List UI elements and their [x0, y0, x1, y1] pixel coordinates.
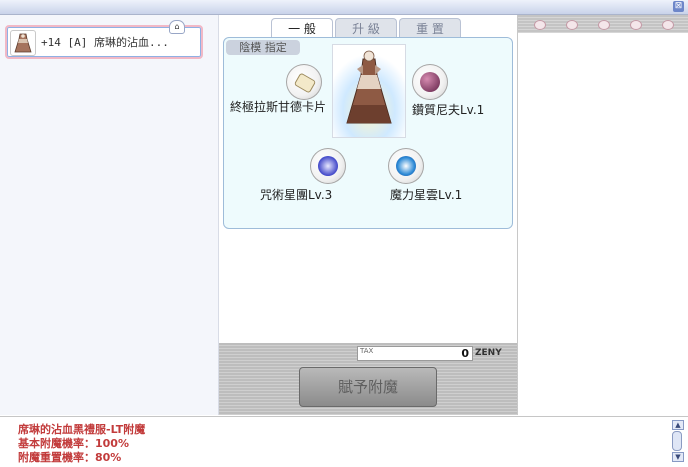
tab-general[interactable]: 一 般 [271, 18, 333, 39]
nebula-orb-icon[interactable] [388, 148, 424, 184]
selected-item-card[interactable]: +14 [A] 席琳的沾血... ⌂ [5, 20, 203, 59]
scroll-down-icon[interactable]: ▼ [672, 452, 684, 462]
tax-value: 0 [461, 347, 469, 360]
item-name: +14 [A] 席琳的沾血... [41, 36, 169, 49]
right-toolbar-strip [518, 15, 688, 33]
enchant-label-gem: 鑽質尼夫Lv.1 [412, 103, 485, 117]
center-item-image [332, 44, 406, 138]
indicator-icon [534, 20, 546, 30]
gem-icon[interactable] [412, 64, 448, 100]
scroll-up-icon[interactable]: ▲ [672, 420, 684, 430]
enchant-pane: 一 般 升 級 重 置 陰模 指定 終極拉斯甘德卡片 鑽質尼夫Lv.1 咒術星團… [219, 15, 517, 415]
footer-scrollbar[interactable]: ▲ ▼ [672, 420, 684, 464]
title-bar: ⊠ [0, 0, 688, 15]
dress-thumbnail-icon [10, 30, 36, 56]
slot-label: 陰模 指定 [226, 40, 300, 55]
apply-enchant-button[interactable]: 賦予附魔 [299, 367, 437, 407]
tax-field: TAX 0 [357, 346, 473, 361]
bookmark-icon[interactable]: ⌂ [169, 20, 185, 34]
description-footer: 席琳的沾血黑禮服-LT附魔 基本附魔機率：100% 附魔重置機率：80% ▲ ▼ [0, 416, 688, 467]
enchant-label-card: 終極拉斯甘德卡片 [229, 100, 326, 114]
star-orb-icon[interactable] [310, 148, 346, 184]
tax-area: TAX 0 ZENY 賦予附魔 [219, 343, 517, 415]
scroll-thumb[interactable] [672, 431, 682, 451]
indicator-icon [566, 20, 578, 30]
card-icon[interactable] [286, 64, 322, 100]
zeny-label: ZENY [475, 348, 502, 358]
indicator-icon [630, 20, 642, 30]
footer-reset-rate: 附魔重置機率：80% [18, 451, 122, 464]
indicator-icon [662, 20, 674, 30]
indicator-icon [598, 20, 610, 30]
enchant-panel: 陰模 指定 終極拉斯甘德卡片 鑽質尼夫Lv.1 咒術星團Lv.3 魔力星雲Lv.… [223, 37, 513, 229]
tab-upgrade[interactable]: 升 級 [335, 18, 397, 39]
enchant-label-star: 咒術星團Lv.3 [260, 188, 333, 202]
right-pane [517, 15, 688, 415]
tax-label: TAX [360, 347, 374, 355]
enchant-label-nebula: 魔力星雲Lv.1 [390, 188, 463, 202]
close-icon[interactable]: ⊠ [673, 1, 684, 12]
tab-reset[interactable]: 重 置 [399, 18, 461, 39]
item-list-pane: +14 [A] 席琳的沾血... ⌂ [0, 15, 219, 415]
